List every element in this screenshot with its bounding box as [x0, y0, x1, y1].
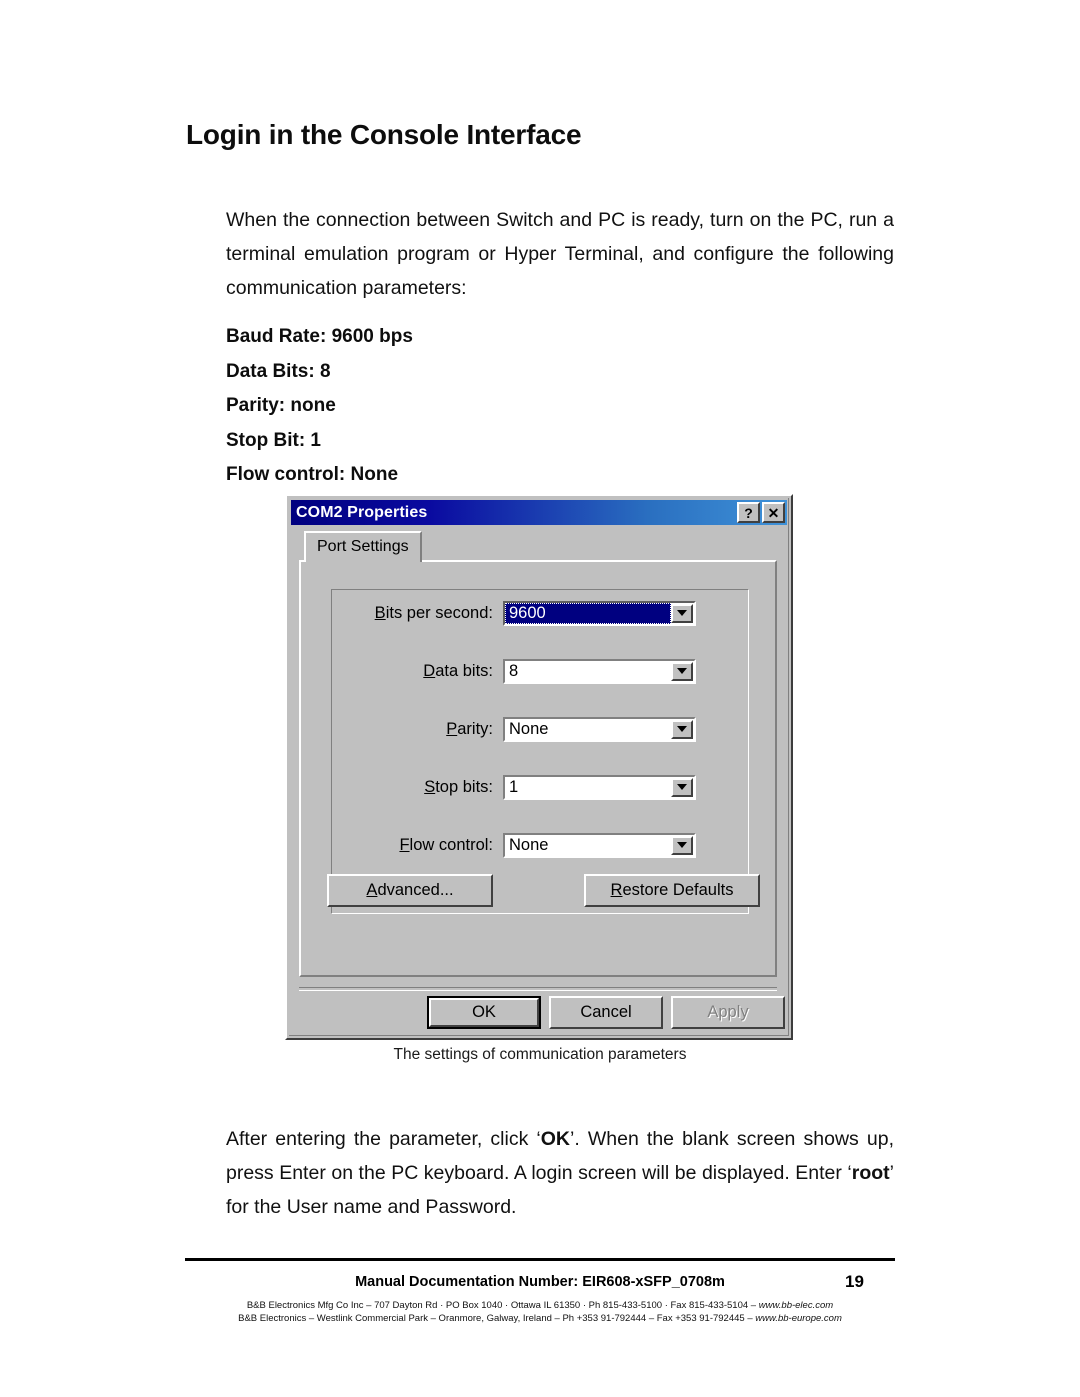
- label-parity-rest: arity:: [457, 719, 493, 738]
- footer-divider: [185, 1258, 895, 1261]
- label-data-bits-rest: ata bits:: [435, 661, 493, 680]
- outro-bold-ok: OK: [540, 1127, 571, 1150]
- dialog-titlebar[interactable]: COM2 Properties ? ✕: [291, 500, 787, 525]
- page-title: Login in the Console Interface: [186, 118, 582, 150]
- accel-p: P: [446, 719, 458, 738]
- chevron-down-icon[interactable]: [671, 661, 693, 681]
- accel-f: F: [399, 835, 410, 854]
- help-icon[interactable]: ?: [737, 502, 760, 523]
- combo-parity-value: None: [505, 718, 671, 740]
- outro-bold-root: root: [851, 1161, 890, 1184]
- combo-bits-per-second-value: 9600: [505, 602, 671, 624]
- page-number: 19: [845, 1272, 864, 1291]
- label-parity: Parity:: [301, 720, 503, 739]
- field-row-stop-bits: Stop bits: 1: [301, 772, 719, 802]
- dialog-separator: [299, 987, 777, 991]
- combo-bits-per-second[interactable]: 9600: [503, 600, 696, 626]
- settings-group-frame: [331, 589, 749, 914]
- com2-properties-dialog: COM2 Properties ? ✕ Port Settings Bits p…: [285, 494, 793, 1040]
- footer-address-line-2-text: B&B Electronics – Westlink Commercial Pa…: [238, 1313, 756, 1324]
- field-row-bits-per-second: Bits per second: 9600: [301, 598, 719, 628]
- label-data-bits: Data bits:: [301, 662, 503, 681]
- label-flow-control-rest: low control:: [409, 835, 493, 854]
- combo-stop-bits[interactable]: 1: [503, 774, 696, 800]
- footer-address-line-1-text: B&B Electronics Mfg Co Inc – 707 Dayton …: [246, 1300, 759, 1311]
- param-parity: Parity: none: [226, 395, 336, 416]
- outro-paragraph: After entering the parameter, click ‘OK’…: [226, 1122, 894, 1224]
- label-stop-bits: Stop bits:: [301, 778, 503, 797]
- label-bits-per-second: Bits per second:: [301, 604, 503, 623]
- footer-address-line-2-url: www.bb-europe.com: [755, 1313, 842, 1324]
- footer-address-line-1: B&B Electronics Mfg Co Inc – 707 Dayton …: [185, 1300, 895, 1311]
- footer-doc-number: Manual Documentation Number: EIR608-xSFP…: [355, 1274, 725, 1290]
- restore-defaults-button-label: estore Defaults: [622, 881, 734, 899]
- field-row-flow-control: Flow control: None: [301, 830, 719, 860]
- param-baud-rate: Baud Rate: 9600 bps: [226, 326, 413, 347]
- label-stop-bits-rest: top bits:: [435, 777, 493, 796]
- tab-port-settings[interactable]: Port Settings: [304, 531, 422, 562]
- combo-stop-bits-value: 1: [505, 776, 671, 798]
- outro-part-1: After entering the parameter, click ‘: [226, 1127, 541, 1150]
- param-data-bits: Data Bits: 8: [226, 360, 331, 382]
- figure-caption: The settings of communication parameters: [393, 1046, 687, 1063]
- chevron-down-icon[interactable]: [671, 603, 693, 623]
- communication-parameters-list: Baud Rate: 9600 bps Data Bits: 8 Parity:…: [226, 320, 413, 493]
- label-bits-per-second-rest: its per second:: [385, 603, 493, 622]
- combo-flow-control-value: None: [505, 834, 671, 856]
- ok-button-label: OK: [429, 998, 539, 1027]
- combo-data-bits[interactable]: 8: [503, 658, 696, 684]
- accel-s: S: [424, 777, 436, 796]
- combo-parity[interactable]: None: [503, 716, 696, 742]
- footer-address-line-2: B&B Electronics – Westlink Commercial Pa…: [185, 1313, 895, 1324]
- apply-button: Apply: [671, 996, 785, 1029]
- accel-b: B: [374, 603, 386, 622]
- accel-d: D: [423, 661, 436, 680]
- combo-data-bits-value: 8: [505, 660, 671, 682]
- field-row-parity: Parity: None: [301, 714, 719, 744]
- accel-a: A: [366, 881, 378, 899]
- chevron-down-icon[interactable]: [671, 835, 693, 855]
- combo-flow-control[interactable]: None: [503, 832, 696, 858]
- document-page: Login in the Console Interface When the …: [0, 0, 1080, 1397]
- advanced-button[interactable]: Advanced...: [327, 874, 493, 907]
- param-stop-bit: Stop Bit: 1: [226, 429, 321, 451]
- cancel-button[interactable]: Cancel: [549, 996, 663, 1029]
- intro-paragraph: When the connection between Switch and P…: [226, 208, 894, 299]
- restore-defaults-button[interactable]: Restore Defaults: [584, 874, 760, 907]
- ok-button[interactable]: OK: [427, 996, 541, 1029]
- close-icon[interactable]: ✕: [762, 502, 785, 523]
- dialog-title: COM2 Properties: [296, 503, 428, 521]
- advanced-button-label: dvanced...: [377, 881, 454, 899]
- chevron-down-icon[interactable]: [671, 719, 693, 739]
- label-flow-control: Flow control:: [301, 836, 503, 855]
- param-flow-control: Flow control: None: [226, 464, 399, 485]
- tab-panel-port-settings: Bits per second: 9600 Data bits: 8 Parit…: [299, 560, 777, 977]
- field-row-data-bits: Data bits: 8: [301, 656, 719, 686]
- accel-r: R: [610, 881, 623, 899]
- chevron-down-icon[interactable]: [671, 777, 693, 797]
- footer-address-line-1-url: www.bb-elec.com: [758, 1300, 834, 1311]
